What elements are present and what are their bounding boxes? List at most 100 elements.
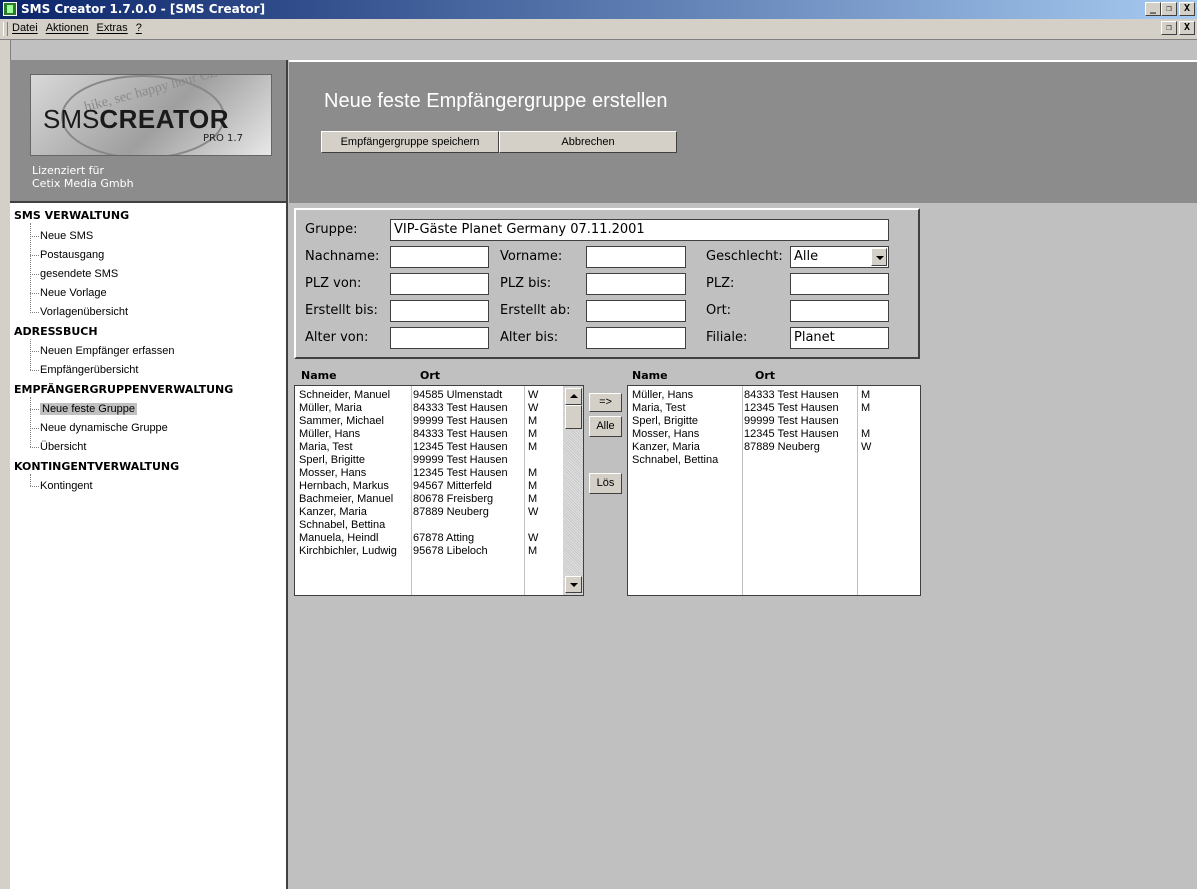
move-selected-button[interactable]: => xyxy=(589,393,622,412)
nav-item-neue-feste-gruppe[interactable]: Neue feste Gruppe xyxy=(40,403,137,415)
list-item[interactable]: Maria, Test 12345 Test Hausen M xyxy=(628,402,894,415)
list-cell-name: Manuela, Heindl xyxy=(299,532,379,544)
scroll-thumb[interactable] xyxy=(565,405,582,429)
page-title: Neue feste Empfängergruppe erstellen xyxy=(324,90,668,112)
gruppe-input[interactable]: VIP-Gäste Planet Germany 07.11.2001 xyxy=(390,219,889,241)
menu-extras[interactable]: Extras xyxy=(97,22,128,34)
restore-button[interactable]: ❐ xyxy=(1161,2,1177,16)
list-cell-ort: 99999 Test Hausen xyxy=(744,415,839,427)
available-col-name[interactable]: Name xyxy=(301,369,337,382)
nav-item-empfaengeruebersicht[interactable]: Empfängerübersicht xyxy=(40,364,138,376)
geschlecht-select[interactable]: Alle xyxy=(790,246,889,268)
mdi-restore-button[interactable]: ❐ xyxy=(1161,21,1177,35)
list-cell-name: Sammer, Michael xyxy=(299,415,384,427)
logo-wordmark: SMSCREATOR xyxy=(43,104,229,135)
list-cell-sex: M xyxy=(861,389,871,401)
list-cell-ort: 84333 Test Hausen xyxy=(744,389,839,401)
selected-col-name[interactable]: Name xyxy=(632,369,668,382)
plz-input[interactable] xyxy=(790,273,889,295)
scroll-up-icon[interactable] xyxy=(565,388,582,405)
selected-col-ort[interactable]: Ort xyxy=(755,369,775,382)
alter-bis-input[interactable] xyxy=(586,327,686,349)
list-item[interactable]: Mosser, Hans 12345 Test Hausen M xyxy=(295,467,561,480)
ort-input[interactable] xyxy=(790,300,889,322)
nav-section-empfaengergruppen[interactable]: EMPFÄNGERGRUPPENVERWALTUNG xyxy=(14,383,233,396)
list-item[interactable]: Sperl, Brigitte 99999 Test Hausen xyxy=(628,415,894,428)
plz-von-label: PLZ von: xyxy=(305,276,362,291)
nav-section-adressbuch[interactable]: ADRESSBUCH xyxy=(14,325,98,338)
nav-item-neuen-empfaenger[interactable]: Neuen Empfänger erfassen xyxy=(40,345,175,357)
menu-datei[interactable]: Datei xyxy=(12,22,38,34)
list-cell-sex: W xyxy=(528,402,539,414)
menu-grip[interactable] xyxy=(3,22,8,36)
list-item[interactable]: Manuela, Heindl 67878 Atting W xyxy=(295,532,561,545)
scroll-down-icon[interactable] xyxy=(565,576,582,593)
nav-item-uebersicht[interactable]: Übersicht xyxy=(40,441,86,453)
chevron-down-icon[interactable] xyxy=(871,248,887,266)
list-item[interactable]: Müller, Hans 84333 Test Hausen M xyxy=(295,428,561,441)
nav-item-neue-vorlage[interactable]: Neue Vorlage xyxy=(40,287,107,299)
menu-aktionen[interactable]: Aktionen xyxy=(46,22,89,34)
list-item[interactable]: Kanzer, Maria 87889 Neuberg W xyxy=(295,506,561,519)
list-cell-name: Schnabel, Bettina xyxy=(632,454,719,466)
list-cell-ort: 94567 Mitterfeld xyxy=(413,480,492,492)
selected-recipients-list[interactable]: Müller, Hans 84333 Test Hausen M Maria, Tes… xyxy=(627,385,921,596)
alter-von-input[interactable] xyxy=(390,327,489,349)
plz-von-input[interactable] xyxy=(390,273,489,295)
nav-item-gesendete-sms[interactable]: gesendete SMS xyxy=(40,268,118,280)
move-all-button[interactable]: Alle xyxy=(589,416,622,437)
list-item[interactable]: Schnabel, Bettina xyxy=(295,519,561,532)
minimize-button[interactable]: _ xyxy=(1145,2,1161,16)
list-item[interactable]: Schneider, Manuel 94585 Ulmenstadt W xyxy=(295,389,561,402)
sidebar-header: hike, sec happy hour CLUB CAIRO ba SMSCR… xyxy=(10,60,286,203)
title-bar[interactable]: SMS Creator 1.7.0.0 - [SMS Creator] _ ❐ … xyxy=(0,0,1197,19)
list-item[interactable]: Kanzer, Maria 87889 Neuberg W xyxy=(628,441,894,454)
list-cell-sex: M xyxy=(528,480,538,492)
list-cell-ort: 84333 Test Hausen xyxy=(413,428,508,440)
erstellt-ab-input[interactable] xyxy=(586,300,686,322)
close-button[interactable]: X xyxy=(1179,2,1195,16)
list-cell-name: Bachmeier, Manuel xyxy=(299,493,394,505)
list-item[interactable]: Maria, Test 12345 Test Hausen M xyxy=(295,441,561,454)
nav-section-kontingentverwaltung[interactable]: KONTINGENTVERWALTUNG xyxy=(14,460,179,473)
list-cell-sex: M xyxy=(528,545,538,557)
vorname-input[interactable] xyxy=(586,246,686,268)
license-label: Lizenziert für xyxy=(32,164,104,177)
nachname-input[interactable] xyxy=(390,246,489,268)
nav-item-neue-sms[interactable]: Neue SMS xyxy=(40,230,93,242)
list-item[interactable]: Mosser, Hans 12345 Test Hausen M xyxy=(628,428,894,441)
window-title: SMS Creator 1.7.0.0 - [SMS Creator] xyxy=(21,2,266,16)
list-cell-name: Sperl, Brigitte xyxy=(632,415,699,427)
app-icon[interactable] xyxy=(3,2,17,16)
remove-button[interactable]: Lös xyxy=(589,473,622,494)
list-item[interactable]: Hernbach, Markus 94567 Mitterfeld M xyxy=(295,480,561,493)
list-item[interactable]: Sammer, Michael 99999 Test Hausen M xyxy=(295,415,561,428)
nav-item-vorlagenuebersicht[interactable]: Vorlagenübersicht xyxy=(40,306,128,318)
list-item[interactable]: Bachmeier, Manuel 80678 Freisberg M xyxy=(295,493,561,506)
list-item[interactable]: Müller, Hans 84333 Test Hausen M xyxy=(628,389,894,402)
cancel-button[interactable]: Abbrechen xyxy=(499,131,677,153)
plz-bis-input[interactable] xyxy=(586,273,686,295)
available-col-ort[interactable]: Ort xyxy=(420,369,440,382)
available-scrollbar[interactable] xyxy=(563,386,583,595)
logo-word-sms: SMS xyxy=(43,104,100,134)
list-cell-ort: 95678 Libeloch xyxy=(413,545,488,557)
list-item[interactable]: Müller, Maria 84333 Test Hausen W xyxy=(295,402,561,415)
list-cell-name: Mosser, Hans xyxy=(299,467,367,479)
list-item[interactable]: Sperl, Brigitte 99999 Test Hausen xyxy=(295,454,561,467)
list-cell-sex: W xyxy=(528,506,539,518)
available-recipients-list[interactable]: Schneider, Manuel 94585 Ulmenstadt W Müller… xyxy=(294,385,584,596)
list-item[interactable]: Schnabel, Bettina xyxy=(628,454,894,467)
list-item[interactable]: Kirchbichler, Ludwig 95678 Libeloch M xyxy=(295,545,561,558)
list-cell-ort: 80678 Freisberg xyxy=(413,493,494,505)
plz-label: PLZ: xyxy=(706,276,735,291)
nav-section-sms-verwaltung[interactable]: SMS VERWALTUNG xyxy=(14,209,129,222)
erstellt-bis-input[interactable] xyxy=(390,300,489,322)
menu-help[interactable]: ? xyxy=(136,22,142,34)
nav-item-kontingent[interactable]: Kontingent xyxy=(40,480,93,492)
filiale-input[interactable]: Planet xyxy=(790,327,889,349)
nav-item-neue-dynamische-gruppe[interactable]: Neue dynamische Gruppe xyxy=(40,422,168,434)
mdi-close-button[interactable]: X xyxy=(1179,21,1195,35)
save-group-button[interactable]: Empfängergruppe speichern xyxy=(321,131,499,153)
nav-item-postausgang[interactable]: Postausgang xyxy=(40,249,104,261)
